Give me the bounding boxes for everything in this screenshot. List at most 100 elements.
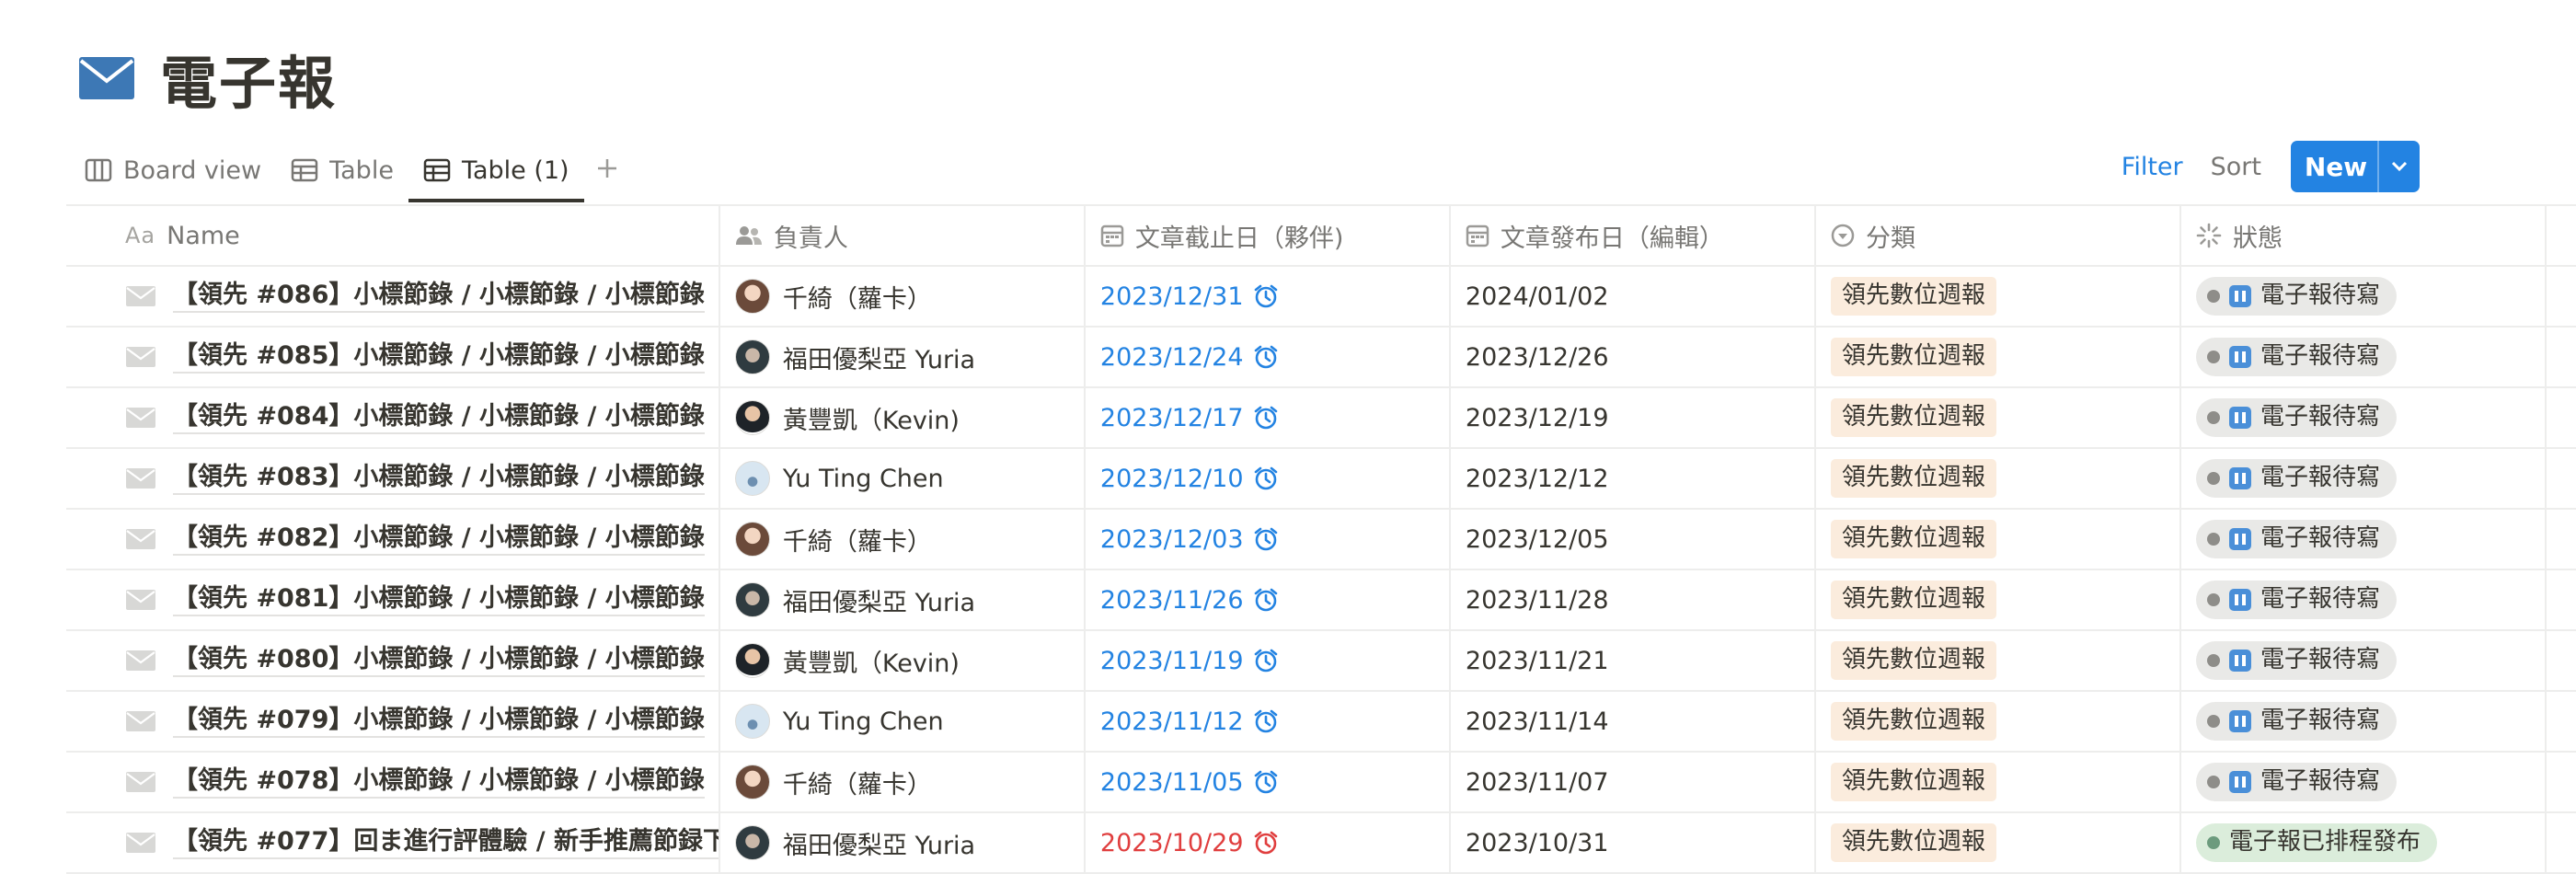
status-cell[interactable]: 電子報待寫 [2181, 510, 2547, 569]
category-cell[interactable]: 領先數位週報 [1816, 753, 2181, 811]
status-cell[interactable]: 電子報待寫 [2181, 267, 2547, 326]
publish-date-cell[interactable]: 2023/12/05 [1451, 510, 1816, 569]
owner-cell[interactable]: Yu Ting Chen [720, 692, 1086, 751]
owner-cell[interactable]: Yu Ting Chen [720, 449, 1086, 508]
category-cell[interactable]: 領先數位週報 [1816, 510, 2181, 569]
publish-date-cell[interactable]: 2024/01/02 [1451, 267, 1816, 326]
owner-cell[interactable]: 千綺（蘿卡） [720, 510, 1086, 569]
due-date-cell[interactable]: 2023/12/24 [1086, 328, 1451, 386]
publish-date-text: 2023/11/07 [1465, 767, 1609, 797]
publish-date-cell[interactable]: 2023/12/19 [1451, 388, 1816, 447]
name-cell[interactable]: 【領先 #086】小標節錄 / 小標節錄 / 小標節錄 [66, 267, 720, 326]
tab-table-1[interactable]: Table (1) [408, 138, 584, 202]
column-header-name[interactable]: Aa Name [66, 206, 720, 265]
status-cell[interactable]: 電子報待寫 [2181, 570, 2547, 629]
row-title[interactable]: 【領先 #084】小標節錄 / 小標節錄 / 小標節錄 [173, 401, 705, 434]
row-title[interactable]: 【領先 #086】小標節錄 / 小標節錄 / 小標節錄 [173, 280, 705, 313]
row-title[interactable]: 【領先 #079】小標節錄 / 小標節錄 / 小標節錄 [173, 705, 705, 738]
due-date-cell[interactable]: 2023/10/29 [1086, 813, 1451, 872]
category-cell[interactable]: 領先數位週報 [1816, 449, 2181, 508]
filter-button[interactable]: Filter [2122, 153, 2183, 181]
due-date-cell[interactable]: 2023/12/31 [1086, 267, 1451, 326]
tab-table[interactable]: Table [276, 138, 408, 202]
row-title[interactable]: 【領先 #080】小標節錄 / 小標節錄 / 小標節錄 [173, 644, 705, 677]
table-row[interactable]: 【領先 #086】小標節錄 / 小標節錄 / 小標節錄 千綺（蘿卡） 2023/12… [66, 267, 2576, 328]
column-header-due-date[interactable]: 文章截止日（夥伴) [1086, 206, 1451, 265]
owner-cell[interactable]: 千綺（蘿卡） [720, 267, 1086, 326]
due-date-cell[interactable]: 2023/12/10 [1086, 449, 1451, 508]
table-row[interactable]: 【領先 #081】小標節錄 / 小標節錄 / 小標節錄 福田優梨亞 Yuria 20… [66, 570, 2576, 631]
due-date-cell[interactable]: 2023/11/12 [1086, 692, 1451, 751]
due-date-cell[interactable]: 2023/11/19 [1086, 631, 1451, 690]
publish-date-cell[interactable]: 2023/11/07 [1451, 753, 1816, 811]
name-cell[interactable]: 【領先 #081】小標節錄 / 小標節錄 / 小標節錄 [66, 570, 720, 629]
due-date-cell[interactable]: 2023/11/05 [1086, 753, 1451, 811]
status-cell[interactable]: 電子報待寫 [2181, 328, 2547, 386]
status-cell[interactable]: 電子報待寫 [2181, 631, 2547, 690]
row-title[interactable]: 【領先 #083】小標節錄 / 小標節錄 / 小標節錄 [173, 462, 705, 495]
due-date-cell[interactable]: 2023/12/17 [1086, 388, 1451, 447]
due-date-cell[interactable]: 2023/11/26 [1086, 570, 1451, 629]
table-row[interactable]: 【領先 #078】小標節錄 / 小標節錄 / 小標節錄 千綺（蘿卡） 2023/11… [66, 753, 2576, 813]
category-cell[interactable]: 領先數位週報 [1816, 267, 2181, 326]
due-date-cell[interactable]: 2023/12/03 [1086, 510, 1451, 569]
table-row[interactable]: 【領先 #082】小標節錄 / 小標節錄 / 小標節錄 千綺（蘿卡） 2023/12… [66, 510, 2576, 570]
name-cell[interactable]: 【領先 #082】小標節錄 / 小標節錄 / 小標節錄 [66, 510, 720, 569]
owner-cell[interactable]: 黃豐凱（Kevin) [720, 388, 1086, 447]
tab-board-view[interactable]: Board view [79, 138, 276, 202]
publish-date-cell[interactable]: 2023/12/12 [1451, 449, 1816, 508]
category-cell[interactable]: 領先數位週報 [1816, 570, 2181, 629]
category-cell[interactable]: 領先數位週報 [1816, 692, 2181, 751]
owner-cell[interactable]: 黃豐凱（Kevin) [720, 631, 1086, 690]
table-row[interactable]: 【領先 #079】小標節錄 / 小標節錄 / 小標節錄 Yu Ting Chen 2… [66, 692, 2576, 753]
publish-date-cell[interactable]: 2023/11/21 [1451, 631, 1816, 690]
status-cell[interactable]: 電子報已排程發布 [2181, 813, 2547, 872]
table-row[interactable]: 【領先 #083】小標節錄 / 小標節錄 / 小標節錄 Yu Ting Chen 2… [66, 449, 2576, 510]
owner-name: 千綺（蘿卡） [782, 527, 932, 557]
publish-date-cell[interactable]: 2023/11/14 [1451, 692, 1816, 751]
table-row[interactable]: 【領先 #085】小標節錄 / 小標節錄 / 小標節錄 福田優梨亞 Yuria 20… [66, 328, 2576, 388]
owner-cell[interactable]: 福田優梨亞 Yuria [720, 813, 1086, 872]
column-header-category[interactable]: 分類 [1816, 206, 2181, 265]
column-header-publish-date[interactable]: 文章發布日（編輯） [1451, 206, 1816, 265]
table-row[interactable]: 【領先 #080】小標節錄 / 小標節錄 / 小標節錄 黃豐凱（Kevin) 202… [66, 631, 2576, 692]
category-cell[interactable]: 領先數位週報 [1816, 631, 2181, 690]
name-cell[interactable]: 【領先 #080】小標節錄 / 小標節錄 / 小標節錄 [66, 631, 720, 690]
publish-date-cell[interactable]: 2023/12/26 [1451, 328, 1816, 386]
table-row[interactable]: 【領先 #084】小標節錄 / 小標節錄 / 小標節錄 黃豐凱（Kevin) 202… [66, 388, 2576, 449]
table-row[interactable]: 【領先 #077】回ま進行評體驗 / 新手推薦節録下 福田優梨亞 Yuria 202… [66, 813, 2576, 874]
row-title[interactable]: 【領先 #081】小標節錄 / 小標節錄 / 小標節錄 [173, 583, 705, 616]
status-cell[interactable]: 電子報待寫 [2181, 449, 2547, 508]
row-title[interactable]: 【領先 #078】小標節錄 / 小標節錄 / 小標節錄 [173, 765, 705, 799]
publish-date-cell[interactable]: 2023/10/31 [1451, 813, 1816, 872]
status-cell[interactable]: 電子報待寫 [2181, 692, 2547, 751]
name-cell[interactable]: 【領先 #079】小標節錄 / 小標節錄 / 小標節錄 [66, 692, 720, 751]
name-cell[interactable]: 【領先 #083】小標節錄 / 小標節錄 / 小標節錄 [66, 449, 720, 508]
name-cell[interactable]: 【領先 #084】小標節錄 / 小標節錄 / 小標節錄 [66, 388, 720, 447]
category-cell[interactable]: 領先數位週報 [1816, 813, 2181, 872]
category-cell[interactable]: 領先數位週報 [1816, 328, 2181, 386]
status-cell[interactable]: 電子報待寫 [2181, 388, 2547, 447]
add-view-button[interactable] [584, 138, 630, 202]
name-cell[interactable]: 【領先 #085】小標節錄 / 小標節錄 / 小標節錄 [66, 328, 720, 386]
name-cell[interactable]: 【領先 #078】小標節錄 / 小標節錄 / 小標節錄 [66, 753, 720, 811]
column-header-status[interactable]: 狀態 [2181, 206, 2547, 265]
chevron-down-icon[interactable] [2377, 141, 2420, 192]
sort-button[interactable]: Sort [2211, 153, 2261, 181]
owner-name: 千綺（蘿卡） [782, 770, 932, 799]
owner-cell[interactable]: 千綺（蘿卡） [720, 753, 1086, 811]
envelope-icon[interactable] [79, 57, 134, 99]
row-title[interactable]: 【領先 #077】回ま進行評體驗 / 新手推薦節録下 [173, 826, 719, 859]
name-wrap: 【領先 #078】小標節錄 / 小標節錄 / 小標節錄 [125, 765, 705, 799]
publish-date-cell[interactable]: 2023/11/28 [1451, 570, 1816, 629]
owner-cell[interactable]: 福田優梨亞 Yuria [720, 328, 1086, 386]
row-title[interactable]: 【領先 #082】小標節錄 / 小標節錄 / 小標節錄 [173, 523, 705, 556]
page-title[interactable]: 電子報 [160, 37, 337, 120]
owner-cell[interactable]: 福田優梨亞 Yuria [720, 570, 1086, 629]
new-button[interactable]: New [2291, 141, 2377, 192]
name-cell[interactable]: 【領先 #077】回ま進行評體驗 / 新手推薦節録下 [66, 813, 720, 872]
category-cell[interactable]: 領先數位週報 [1816, 388, 2181, 447]
column-header-owner[interactable]: 負責人 [720, 206, 1086, 265]
status-cell[interactable]: 電子報待寫 [2181, 753, 2547, 811]
row-title[interactable]: 【領先 #085】小標節錄 / 小標節錄 / 小標節錄 [173, 340, 705, 374]
